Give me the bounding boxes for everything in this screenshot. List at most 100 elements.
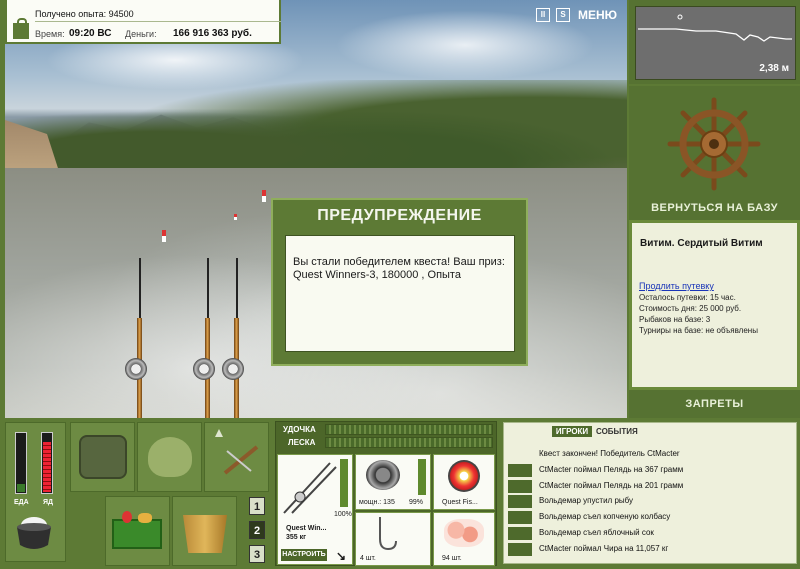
- bag-icon: [79, 435, 127, 479]
- alcohol-gauge: [41, 432, 53, 494]
- inventory-tab-2[interactable]: 2: [249, 521, 265, 539]
- events-log: ИГРОКИ СОБЫТИЯ Квест закончен! Победител…: [503, 422, 797, 564]
- day-cost: Стоимость дня: 25 000 руб.: [639, 304, 742, 313]
- line-slot[interactable]: Quest Fis...: [433, 454, 495, 510]
- bait-slot[interactable]: 94 шт.: [433, 512, 495, 566]
- line-name: Quest Fis...: [442, 499, 478, 506]
- depth-chart: 2,38 м: [635, 6, 796, 80]
- tab-players[interactable]: ИГРОКИ: [552, 426, 592, 437]
- divider: [35, 21, 281, 22]
- fork-icon: [508, 511, 532, 524]
- float-marker[interactable]: [162, 230, 166, 242]
- inventory-slot-bag[interactable]: [70, 422, 135, 492]
- sack-icon: [148, 437, 192, 477]
- rod-weight: 355 кг: [286, 534, 307, 541]
- event-row: Вольдемар съел яблочный сок: [508, 527, 792, 541]
- rod-name: Quest Win...: [286, 525, 327, 532]
- food-gauge: [15, 432, 27, 494]
- event-row: CtMacter поймал Чира на 11,057 кг: [508, 543, 792, 557]
- event-text: Квест закончен! Победитель CtMacter: [539, 449, 680, 458]
- reel-icon: [366, 460, 400, 490]
- hook-icon: [508, 495, 532, 508]
- time-value: 09:20 ВС: [69, 28, 112, 39]
- rod-durability-bar: [325, 424, 493, 435]
- bait-count: 94 шт.: [442, 555, 462, 562]
- reel-power: мощн.: 135: [359, 499, 395, 506]
- tournaments-at-base: Турниры на базе: не объявлены: [639, 326, 758, 335]
- reel-icon[interactable]: [125, 358, 147, 380]
- extend-permit-link[interactable]: Продлить путевку: [639, 281, 714, 291]
- reel-condition: 99%: [409, 499, 424, 506]
- food-basket-icon: [112, 511, 162, 549]
- time-label: Время:: [35, 29, 65, 39]
- event-row: Вольдемар съел копченую колбасу: [508, 511, 792, 525]
- dialog-message: Вы стали победителем квеста! Ваш приз: Q…: [293, 256, 505, 281]
- float-marker[interactable]: [262, 190, 266, 202]
- fish-icon: [508, 464, 532, 477]
- return-to-base-button[interactable]: ВЕРНУТЬСЯ НА БАЗУ: [629, 202, 800, 214]
- lock-icon[interactable]: [13, 18, 29, 39]
- fish-icon: [508, 543, 532, 556]
- rod-tip: [207, 258, 209, 318]
- player-info-bar: Получено опыта: 94500 Время: 09:20 ВС Де…: [5, 0, 281, 44]
- float-marker[interactable]: [234, 214, 237, 220]
- sound-button[interactable]: S: [556, 8, 570, 22]
- event-text: CtMacter поймал Пелядь на 201 грамм: [539, 481, 684, 490]
- location-title: Витим. Сердитый Витим: [640, 238, 763, 249]
- experience-text: Получено опыта: 94500: [35, 9, 134, 19]
- dialog-title: ПРЕДУПРЕЖДЕНИЕ: [317, 207, 482, 224]
- permit-remaining: Осталось путевки: 15 час.: [639, 293, 736, 302]
- depth-value: 2,38 м: [759, 63, 789, 74]
- bucket-icon: [183, 515, 227, 553]
- tab-events[interactable]: СОБЫТИЯ: [596, 426, 638, 437]
- bans-panel[interactable]: ЗАПРЕТЫ: [629, 390, 800, 418]
- hook-count: 4 шт.: [360, 555, 376, 562]
- arrow-icon[interactable]: ↘: [336, 549, 346, 563]
- event-text: Вольдемар съел яблочный сок: [539, 528, 654, 537]
- inventory-tab-1[interactable]: 1: [249, 497, 265, 515]
- rod-condition: 100%: [334, 511, 352, 518]
- inventory-slot-tools[interactable]: [204, 422, 269, 492]
- cauldron-icon[interactable]: [12, 513, 56, 553]
- fishing-line-spool-icon: [448, 460, 480, 492]
- food-label: ЕДА: [14, 499, 29, 506]
- rod-slot[interactable]: 100% Quest Win... 355 кг НАСТРОИТЬ ↘: [277, 454, 353, 565]
- line-durability-bar: [325, 437, 493, 448]
- fork-icon: [508, 527, 532, 540]
- alcohol-label: ЯД: [43, 499, 54, 506]
- reel-slot[interactable]: мощн.: 135 99%: [355, 454, 431, 510]
- money-value: 166 916 363 руб.: [173, 28, 252, 39]
- hook-slot[interactable]: 4 шт.: [355, 512, 431, 566]
- event-row: CtMacter поймал Пелядь на 367 грамм: [508, 464, 792, 478]
- depth-panel: 2,38 м: [629, 0, 800, 84]
- money-label: Деньги:: [125, 29, 157, 39]
- return-base-panel[interactable]: ВЕРНУТЬСЯ НА БАЗУ: [629, 86, 800, 220]
- event-text: Вольдемар съел копченую колбасу: [539, 512, 671, 521]
- inventory-slot-food[interactable]: [105, 496, 170, 566]
- knife-icon: [215, 429, 259, 475]
- warning-dialog[interactable]: ПРЕДУПРЕЖДЕНИЕ Вы стали победителем квес…: [271, 198, 528, 366]
- setup-button[interactable]: НАСТРОИТЬ: [281, 549, 327, 561]
- hook-icon: [379, 517, 397, 551]
- fish-icon: [508, 480, 532, 493]
- event-row: Квест закончен! Победитель CtMacter: [508, 448, 792, 462]
- event-text: CtMacter поймал Пелядь на 367 грамм: [539, 465, 684, 474]
- bans-button[interactable]: ЗАПРЕТЫ: [629, 398, 800, 410]
- dialog-body: Вы стали победителем квеста! Ваш приз: Q…: [285, 235, 515, 352]
- pause-button[interactable]: II: [536, 8, 550, 22]
- rod-tip: [139, 258, 141, 318]
- event-row: CtMacter поймал Пелядь на 201 грамм: [508, 480, 792, 494]
- inventory-slot-sack[interactable]: [137, 422, 202, 492]
- reel-icon[interactable]: [193, 358, 215, 380]
- rod-tip: [236, 258, 238, 318]
- event-row: Вольдемар упустил рыбу: [508, 495, 792, 509]
- menu-button[interactable]: МЕНЮ: [578, 8, 617, 22]
- inventory-tab-3[interactable]: 3: [249, 545, 265, 563]
- anglers-at-base: Рыбаков на базе: 3: [639, 315, 711, 324]
- rod-condition-gauge: [340, 459, 348, 507]
- ship-wheel-icon[interactable]: [659, 94, 769, 194]
- inventory-slot-bucket[interactable]: [172, 496, 237, 566]
- reel-icon[interactable]: [222, 358, 244, 380]
- line-bar-label: ЛЕСКА: [288, 438, 316, 447]
- event-text: Вольдемар упустил рыбу: [539, 496, 634, 505]
